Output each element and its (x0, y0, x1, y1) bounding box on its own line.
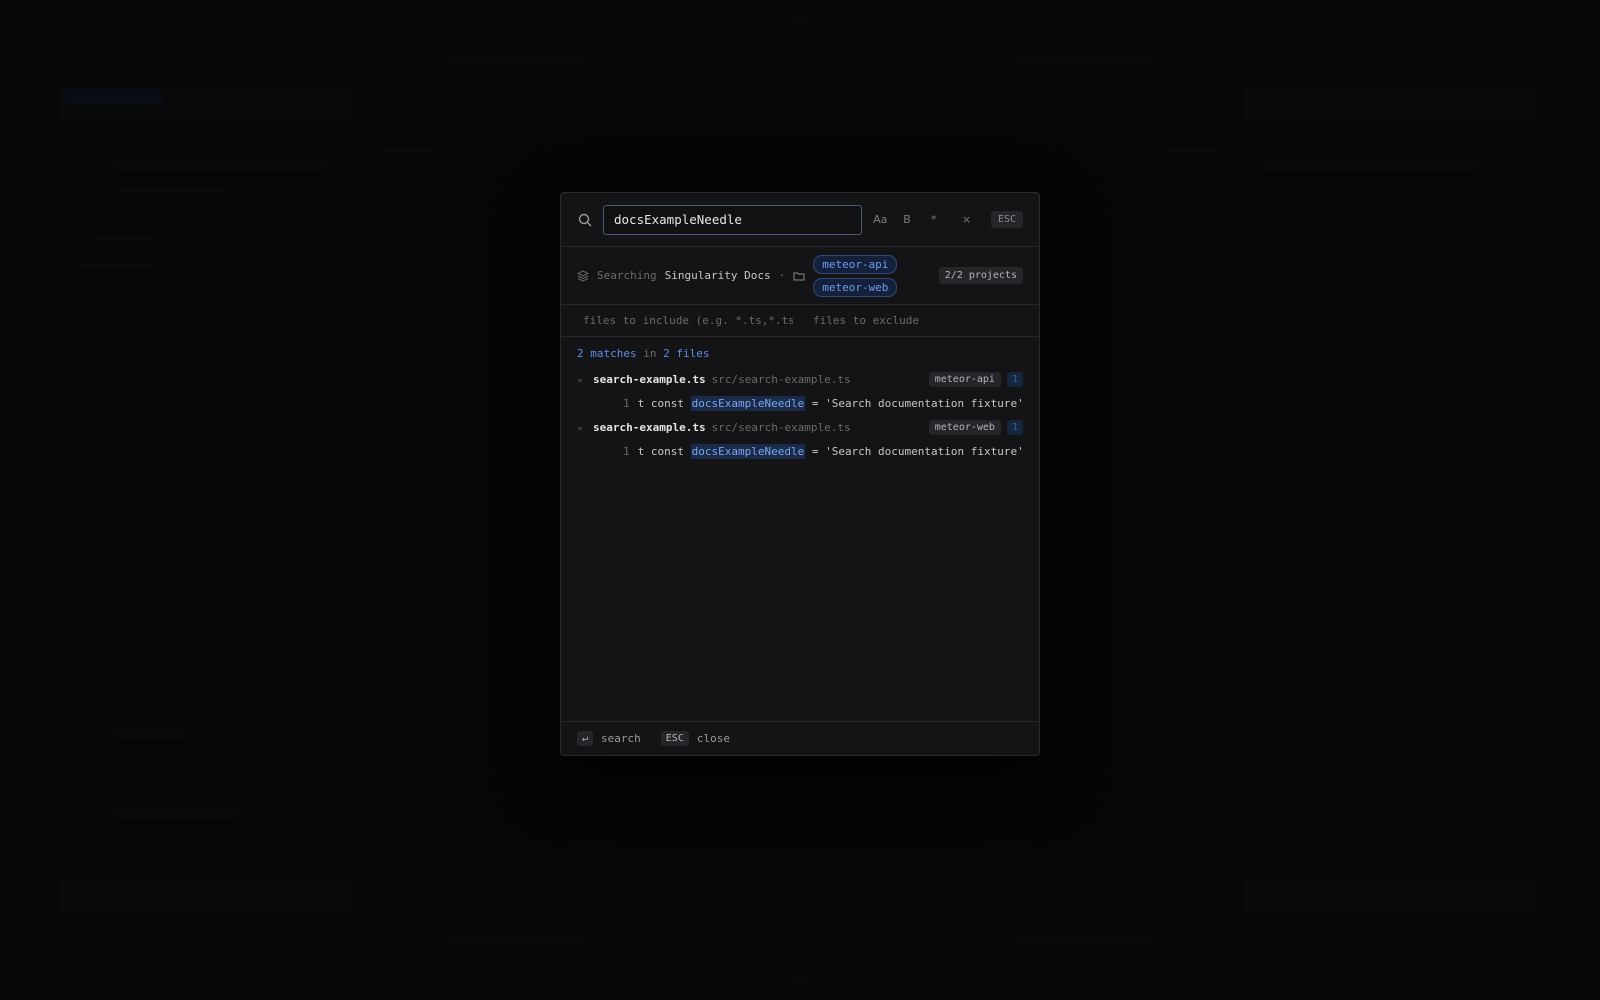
chevron-down-icon[interactable]: ⌄ (577, 374, 587, 384)
result-match-line[interactable]: 1 t const docsExampleNeedle = 'Search do… (577, 438, 1024, 464)
project-chip-meteor-api[interactable]: meteor-api (813, 254, 898, 274)
line-number: 1 (623, 396, 630, 410)
result-project-tag: meteor-api (928, 371, 1001, 387)
match-code: t const docsExampleNeedle = 'Search docu… (637, 395, 1024, 411)
chevron-down-icon[interactable]: ⌄ (577, 422, 587, 432)
folder-icon (793, 272, 805, 280)
result-project-tag: meteor-web (928, 419, 1001, 435)
exclude-files-input[interactable] (813, 314, 1013, 327)
esc-hint-label: close (696, 732, 730, 745)
project-chips: meteor-api meteor-web (813, 254, 898, 297)
search-icon (578, 213, 592, 226)
result-file-row[interactable]: ⌄ search-example.ts src/search-example.t… (577, 368, 1023, 390)
regex-toggle[interactable]: * (925, 213, 942, 226)
layers-icon (577, 269, 589, 282)
clear-search-button[interactable]: × (958, 213, 975, 226)
include-files-input[interactable] (583, 314, 793, 327)
searching-label: Searching (597, 269, 657, 282)
result-hit-count: 1 (1006, 371, 1023, 387)
dialog-footer: ↵ search ESC close (561, 721, 1039, 755)
result-filename: search-example.ts (593, 420, 706, 434)
result-match-line[interactable]: 1 t const docsExampleNeedle = 'Search do… (577, 390, 1024, 416)
search-dialog: Aa B * × ESC Searching Singularity Docs … (560, 192, 1040, 756)
results-summary: 2 matches in 2 files (577, 347, 710, 360)
workspace-name: Singularity Docs (664, 269, 771, 282)
result-filepath: src/search-example.ts (711, 420, 851, 434)
result-file-row[interactable]: ⌄ search-example.ts src/search-example.t… (577, 416, 1023, 438)
match-case-toggle[interactable]: Aa (872, 213, 889, 226)
enter-key-hint: ↵ (577, 731, 594, 746)
result-filename: search-example.ts (593, 372, 706, 386)
whole-word-toggle[interactable]: B (899, 213, 916, 226)
file-filters (561, 305, 1039, 337)
enter-hint-label: search (601, 732, 641, 745)
result-filepath: src/search-example.ts (711, 372, 851, 386)
match-highlight: docsExampleNeedle (690, 443, 806, 459)
project-chip-meteor-web[interactable]: meteor-web (813, 277, 898, 297)
line-number: 1 (623, 444, 630, 458)
esc-key-hint: ESC (660, 731, 689, 746)
match-code: t const docsExampleNeedle = 'Search docu… (637, 443, 1024, 459)
project-count-badge[interactable]: 2/2 projects (938, 267, 1023, 284)
result-hit-count: 1 (1006, 419, 1023, 435)
esc-close-button[interactable]: ESC (990, 211, 1023, 228)
scope-separator: · (778, 269, 786, 282)
search-input[interactable] (603, 204, 862, 235)
match-highlight: docsExampleNeedle (690, 395, 806, 411)
results-panel: 2 matches in 2 files ⌄ search-example.ts… (561, 337, 1039, 721)
search-row: Aa B * × ESC (561, 193, 1039, 247)
search-scope: Searching Singularity Docs · meteor-api … (561, 247, 1039, 305)
